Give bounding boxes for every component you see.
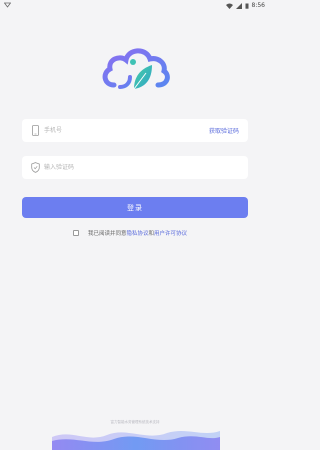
- status-icons: 8:56: [225, 2, 265, 9]
- wave-decoration: [52, 431, 220, 450]
- signal-icon: [235, 2, 242, 9]
- verification-code-input[interactable]: [44, 156, 194, 179]
- get-code-button[interactable]: 获取验证码: [209, 126, 239, 135]
- phone-icon: [32, 125, 39, 136]
- cloud-leaf-logo: [102, 48, 170, 90]
- battery-icon: [245, 3, 249, 9]
- privacy-policy-link[interactable]: 隐私协议: [127, 229, 149, 237]
- notification-icon: [4, 2, 11, 8]
- phone-input[interactable]: [44, 119, 194, 142]
- agreement-checkbox[interactable]: [73, 230, 79, 236]
- user-license-link[interactable]: 用户许可协议: [154, 229, 187, 237]
- phone-field[interactable]: 获取验证码: [22, 119, 248, 142]
- agreement-prefix: 我已阅读并同意: [88, 231, 127, 237]
- agreement-row: 我已阅读并同意 隐私协议 和 用户许可协议: [73, 229, 187, 237]
- wifi-icon: [225, 3, 233, 9]
- shield-icon: [31, 162, 40, 173]
- status-bar: 8:56: [0, 0, 270, 11]
- verification-code-field[interactable]: [22, 156, 248, 179]
- clock-time: 8:56: [251, 2, 265, 9]
- login-button[interactable]: 登录: [22, 197, 248, 218]
